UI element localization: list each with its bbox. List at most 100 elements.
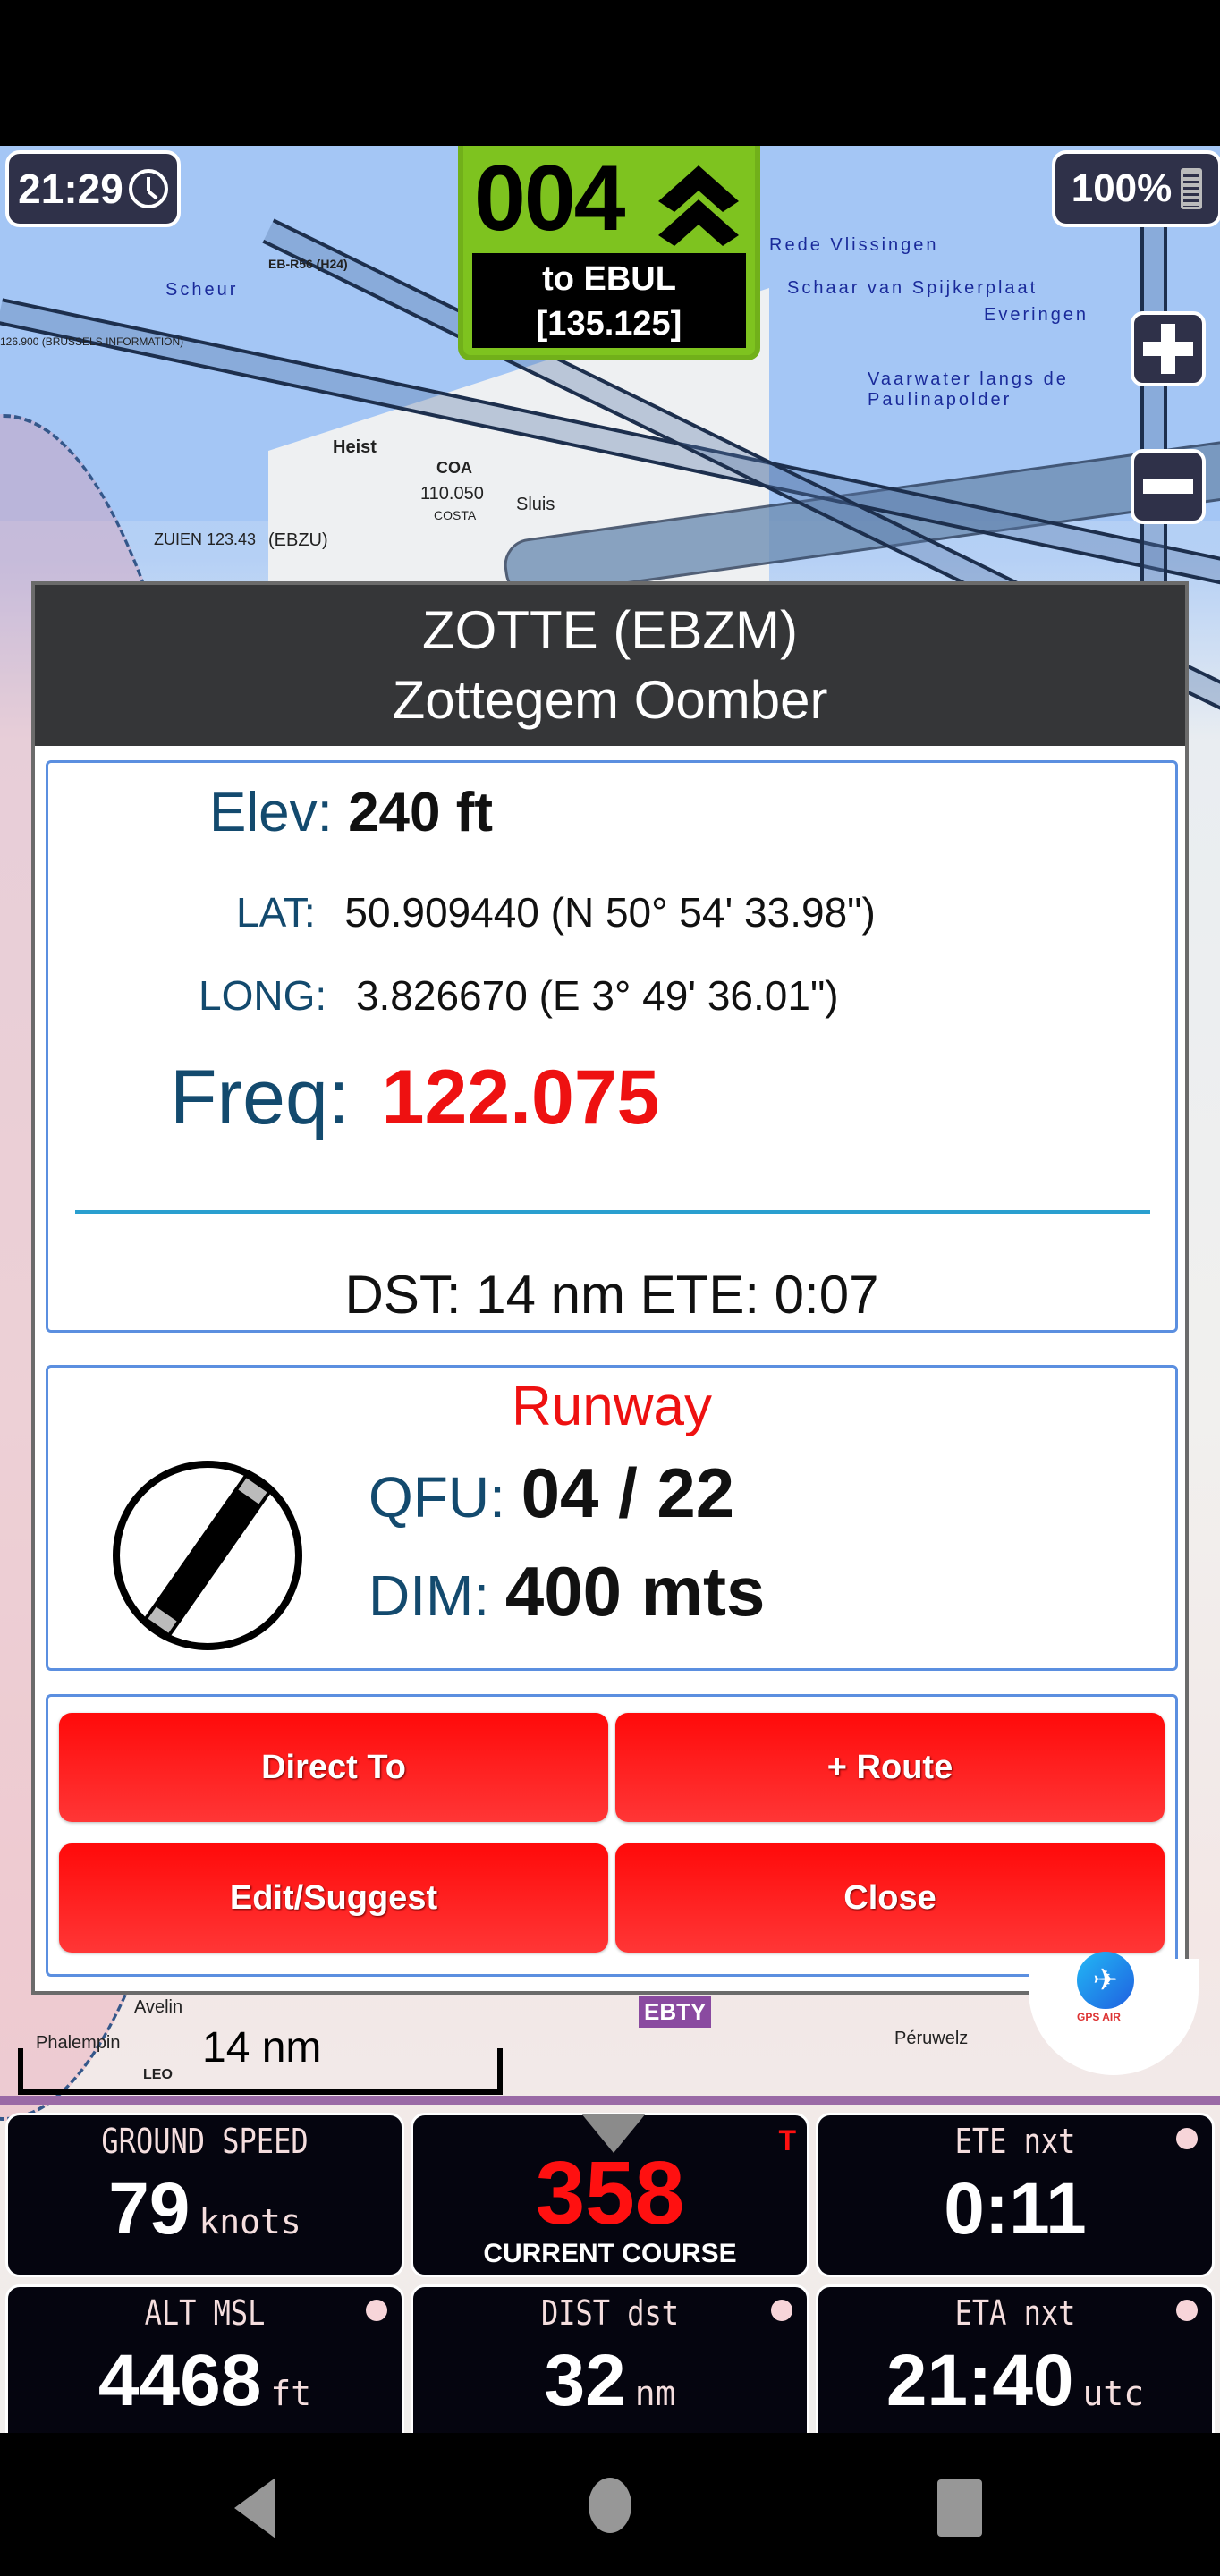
next-waypoint-target: to EBUL [135.125] — [472, 253, 746, 348]
map-label: COSTA — [434, 508, 477, 522]
instrument-title: GROUND SPEED — [101, 2121, 309, 2162]
airplane-icon: ✈ — [1077, 1952, 1134, 2009]
qfu-label: QFU: — [369, 1465, 505, 1530]
elevation-row: Elev: 240 ft — [209, 781, 493, 844]
value-number: 4468 — [97, 2340, 262, 2421]
back-icon[interactable] — [234, 2478, 275, 2538]
instrument-ete-next[interactable]: ETE nxt 0:11 — [816, 2113, 1215, 2277]
frequency-row: Freq: 122.075 — [170, 1054, 660, 1142]
zoom-in-button[interactable] — [1131, 311, 1206, 386]
dimension-label: DIM: — [369, 1563, 490, 1628]
value-unit: nm — [634, 2374, 676, 2413]
instrument-title: ALT MSL — [144, 2292, 266, 2334]
minus-icon — [1143, 479, 1193, 494]
recent-apps-icon[interactable] — [937, 2479, 982, 2537]
airport-name: Zottegem Oomber — [392, 670, 828, 730]
plus-icon — [1143, 324, 1193, 374]
status-dot-icon — [771, 2300, 792, 2321]
map-label: Heist — [333, 437, 377, 457]
divider — [75, 1210, 1150, 1214]
dimension-row: DIM: 400 mts — [369, 1551, 765, 1632]
map-label: 126.900 (BRUSSELS INFORMATION) — [0, 335, 184, 348]
target-frequency: [135.125] — [536, 305, 682, 343]
map-label: 110.050 — [420, 484, 484, 504]
airport-info-panel: Elev: 240 ft LAT: 50.909440 (N 50° 54' 3… — [46, 760, 1178, 1333]
instrument-subtitle: CURRENT COURSE — [483, 2239, 737, 2268]
clock-time: 21:29 — [18, 165, 123, 212]
instrument-value: 79 knots — [8, 2167, 402, 2251]
map-label: ZUIEN 123.43 — [154, 530, 257, 548]
map-label: Avelin — [134, 1997, 183, 2017]
map-airport-ebty[interactable]: EBTY — [639, 1996, 712, 2028]
map-label: EB-R56 (H24) — [268, 257, 348, 271]
route-line — [0, 2096, 1220, 2105]
airport-info-dialog: ZOTTE (EBZM) Zottegem Oomber Elev: 240 f… — [31, 581, 1189, 1995]
value-number: 21:40 — [885, 2340, 1074, 2421]
map-label: Scheur — [165, 280, 239, 300]
latitude-label: LAT: — [236, 889, 316, 936]
qfu-value: 04 / 22 — [521, 1453, 735, 1532]
map-label: (EBZU) — [268, 530, 328, 550]
instrument-value: 358 — [413, 2142, 807, 2245]
longitude-label: LONG: — [199, 972, 327, 1019]
map-scale-label: 14 nm — [202, 2024, 322, 2072]
value-number: 358 — [535, 2143, 685, 2243]
value-number: 79 — [108, 2168, 191, 2250]
zoom-out-button[interactable] — [1131, 449, 1206, 524]
dialog-header: ZOTTE (EBZM) Zottegem Oomber — [35, 585, 1185, 746]
bearing-value: 004 — [474, 147, 626, 250]
instrument-title: ETE nxt — [954, 2121, 1076, 2162]
status-dot-icon — [1176, 2128, 1198, 2149]
map-scale-bar: 14 nm — [18, 2024, 503, 2095]
instrument-value: 4468 ft — [8, 2339, 402, 2423]
value-unit: utc — [1082, 2374, 1145, 2413]
instrument-value: 21:40 utc — [818, 2339, 1212, 2423]
close-button[interactable]: Close — [615, 1843, 1165, 1953]
instrument-current-course[interactable]: T 358 CURRENT COURSE — [411, 2113, 809, 2277]
value-unit: ft — [270, 2374, 312, 2413]
latitude-value: 50.909440 (N 50° 54' 33.98") — [344, 889, 876, 936]
instrument-value: 32 nm — [413, 2339, 807, 2423]
frequency-label: Freq: — [170, 1055, 350, 1140]
next-waypoint-box[interactable]: 004 to EBUL [135.125] — [458, 146, 760, 360]
status-dot-icon — [366, 2300, 387, 2321]
runway-diagram-icon — [113, 1461, 302, 1650]
value-unit: knots — [199, 2202, 301, 2241]
frequency-value: 122.075 — [381, 1055, 660, 1140]
instrument-eta-next[interactable]: ETA nxt 21:40 utc — [816, 2284, 1215, 2449]
target-name: to EBUL — [542, 260, 676, 298]
map-label: Sluis — [516, 495, 555, 514]
dimension-value: 400 mts — [504, 1552, 766, 1631]
latitude-row: LAT: 50.909440 (N 50° 54' 33.98") — [236, 888, 876, 936]
instrument-altitude[interactable]: ALT MSL 4468 ft — [5, 2284, 404, 2449]
map-label: Péruwelz — [894, 2029, 969, 2048]
clock-icon — [128, 169, 168, 208]
actions-panel: Direct To + Route Edit/Suggest Close — [46, 1694, 1178, 1977]
direct-to-button[interactable]: Direct To — [59, 1713, 608, 1822]
instrument-title: ETA nxt — [954, 2292, 1076, 2334]
battery-level: 100% — [1071, 166, 1173, 210]
add-route-button[interactable]: + Route — [615, 1713, 1165, 1822]
value-number: 0:11 — [944, 2168, 1087, 2250]
edit-suggest-button[interactable]: Edit/Suggest — [59, 1843, 608, 1953]
value-number: 32 — [544, 2340, 626, 2421]
battery-icon — [1181, 168, 1203, 209]
longitude-row: LONG: 3.826670 (E 3° 49' 36.01") — [199, 971, 839, 1020]
elevation-label: Elev: — [209, 782, 333, 843]
map-label: Rede Vlissingen — [769, 235, 939, 255]
map-label: COA — [436, 459, 472, 477]
runway-panel: Runway QFU: 04 / 22 DIM: 400 mts — [46, 1365, 1178, 1671]
qfu-row: QFU: 04 / 22 — [369, 1453, 734, 1534]
battery-widget: 100% — [1052, 150, 1220, 227]
instrument-distance[interactable]: DIST dst 32 nm — [411, 2284, 809, 2449]
status-bar — [0, 0, 1220, 146]
longitude-value: 3.826670 (E 3° 49' 36.01") — [355, 972, 839, 1019]
distance-ete: DST: 14 nm ETE: 0:07 — [344, 1265, 879, 1325]
instrument-ground-speed[interactable]: GROUND SPEED 79 knots — [5, 2113, 404, 2277]
instrument-title: DIST dst — [540, 2292, 680, 2334]
elevation-value: 240 ft — [348, 782, 494, 843]
home-icon[interactable] — [589, 2478, 631, 2533]
instrument-value: 0:11 — [818, 2167, 1212, 2251]
clock-widget[interactable]: 21:29 — [5, 150, 181, 227]
chevron-up-icon — [658, 165, 739, 246]
